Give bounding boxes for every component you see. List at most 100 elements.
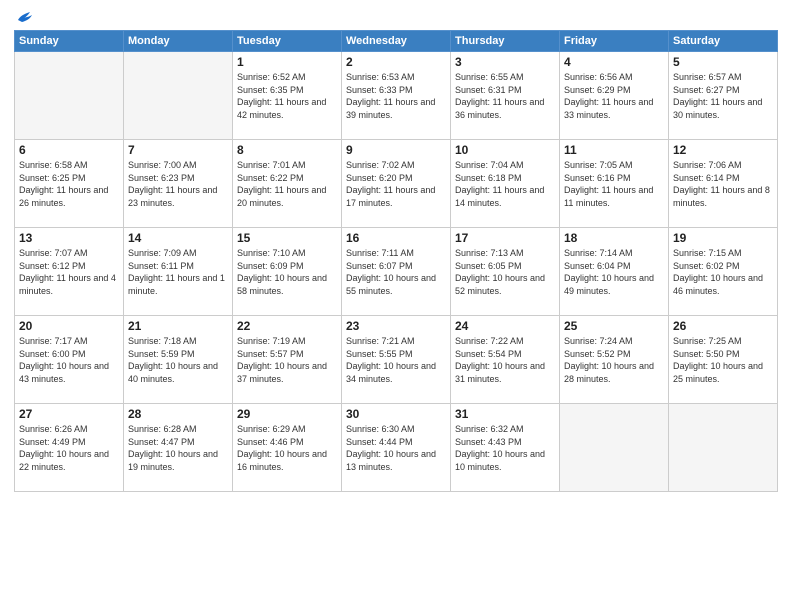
day-number: 14 [128, 231, 228, 245]
day-info: Sunrise: 6:56 AMSunset: 6:29 PMDaylight:… [564, 71, 664, 121]
weekday-header-tuesday: Tuesday [233, 31, 342, 52]
day-cell: 7 Sunrise: 7:00 AMSunset: 6:23 PMDaylight… [124, 140, 233, 228]
day-cell: 2 Sunrise: 6:53 AMSunset: 6:33 PMDaylight… [342, 52, 451, 140]
day-cell: 25Sunrise: 7:24 AMSunset: 5:52 PMDayligh… [560, 316, 669, 404]
calendar-page: SundayMondayTuesdayWednesdayThursdayFrid… [0, 0, 792, 612]
day-number: 5 [673, 55, 773, 69]
day-number: 10 [455, 143, 555, 157]
weekday-header-saturday: Saturday [669, 31, 778, 52]
day-number: 31 [455, 407, 555, 421]
day-info: Sunrise: 7:22 AMSunset: 5:54 PMDaylight:… [455, 335, 555, 385]
week-row-2: 6 Sunrise: 6:58 AMSunset: 6:25 PMDaylight… [15, 140, 778, 228]
day-number: 16 [346, 231, 446, 245]
calendar-table: SundayMondayTuesdayWednesdayThursdayFrid… [14, 30, 778, 492]
day-info: Sunrise: 6:29 AMSunset: 4:46 PMDaylight:… [237, 423, 337, 473]
week-row-3: 13 Sunrise: 7:07 AMSunset: 6:12 PMDayligh… [15, 228, 778, 316]
day-info: Sunrise: 7:00 AMSunset: 6:23 PMDaylight:… [128, 159, 228, 209]
day-info: Sunrise: 7:17 AMSunset: 6:00 PMDaylight:… [19, 335, 119, 385]
header [14, 10, 778, 24]
day-number: 13 [19, 231, 119, 245]
day-number: 15 [237, 231, 337, 245]
day-number: 18 [564, 231, 664, 245]
day-number: 23 [346, 319, 446, 333]
day-cell: 28 Sunrise: 6:28 AMSunset: 4:47 PMDayligh… [124, 404, 233, 492]
day-info: Sunrise: 6:57 AMSunset: 6:27 PMDaylight:… [673, 71, 773, 121]
day-info: Sunrise: 6:32 AMSunset: 4:43 PMDaylight:… [455, 423, 555, 473]
day-cell: 26 Sunrise: 7:25 AMSunset: 5:50 PMDayligh… [669, 316, 778, 404]
day-cell: 31 Sunrise: 6:32 AMSunset: 4:43 PMDayligh… [451, 404, 560, 492]
weekday-header-wednesday: Wednesday [342, 31, 451, 52]
day-number: 4 [564, 55, 664, 69]
day-cell: 29 Sunrise: 6:29 AMSunset: 4:46 PMDayligh… [233, 404, 342, 492]
day-info: Sunrise: 6:28 AMSunset: 4:47 PMDaylight:… [128, 423, 228, 473]
day-number: 30 [346, 407, 446, 421]
day-info: Sunrise: 7:07 AMSunset: 6:12 PMDaylight:… [19, 247, 119, 297]
day-info: Sunrise: 6:55 AMSunset: 6:31 PMDaylight:… [455, 71, 555, 121]
day-number: 6 [19, 143, 119, 157]
day-cell: 27Sunrise: 6:26 AMSunset: 4:49 PMDayligh… [15, 404, 124, 492]
day-cell [560, 404, 669, 492]
day-number: 27 [19, 407, 119, 421]
day-number: 19 [673, 231, 773, 245]
day-info: Sunrise: 7:18 AMSunset: 5:59 PMDaylight:… [128, 335, 228, 385]
day-cell: 1Sunrise: 6:52 AMSunset: 6:35 PMDaylight… [233, 52, 342, 140]
day-number: 8 [237, 143, 337, 157]
day-number: 2 [346, 55, 446, 69]
logo-blue-section [14, 10, 34, 24]
day-info: Sunrise: 7:05 AMSunset: 6:16 PMDaylight:… [564, 159, 664, 209]
day-number: 26 [673, 319, 773, 333]
day-number: 1 [237, 55, 337, 69]
day-number: 24 [455, 319, 555, 333]
day-cell: 4 Sunrise: 6:56 AMSunset: 6:29 PMDaylight… [560, 52, 669, 140]
day-info: Sunrise: 6:58 AMSunset: 6:25 PMDaylight:… [19, 159, 119, 209]
day-cell: 8Sunrise: 7:01 AMSunset: 6:22 PMDaylight… [233, 140, 342, 228]
day-cell: 3 Sunrise: 6:55 AMSunset: 6:31 PMDaylight… [451, 52, 560, 140]
day-cell: 30 Sunrise: 6:30 AMSunset: 4:44 PMDayligh… [342, 404, 451, 492]
day-number: 7 [128, 143, 228, 157]
day-info: Sunrise: 7:06 AMSunset: 6:14 PMDaylight:… [673, 159, 773, 209]
day-info: Sunrise: 7:11 AMSunset: 6:07 PMDaylight:… [346, 247, 446, 297]
day-cell: 17 Sunrise: 7:13 AMSunset: 6:05 PMDayligh… [451, 228, 560, 316]
day-info: Sunrise: 7:02 AMSunset: 6:20 PMDaylight:… [346, 159, 446, 209]
day-info: Sunrise: 7:14 AMSunset: 6:04 PMDaylight:… [564, 247, 664, 297]
day-number: 3 [455, 55, 555, 69]
day-info: Sunrise: 7:04 AMSunset: 6:18 PMDaylight:… [455, 159, 555, 209]
day-info: Sunrise: 7:10 AMSunset: 6:09 PMDaylight:… [237, 247, 337, 297]
day-cell: 9Sunrise: 7:02 AMSunset: 6:20 PMDaylight… [342, 140, 451, 228]
day-cell: 5 Sunrise: 6:57 AMSunset: 6:27 PMDaylight… [669, 52, 778, 140]
day-cell: 18 Sunrise: 7:14 AMSunset: 6:04 PMDayligh… [560, 228, 669, 316]
day-cell: 15 Sunrise: 7:10 AMSunset: 6:09 PMDayligh… [233, 228, 342, 316]
day-number: 29 [237, 407, 337, 421]
day-info: Sunrise: 7:19 AMSunset: 5:57 PMDaylight:… [237, 335, 337, 385]
day-number: 21 [128, 319, 228, 333]
weekday-header-row: SundayMondayTuesdayWednesdayThursdayFrid… [15, 31, 778, 52]
weekday-header-monday: Monday [124, 31, 233, 52]
day-cell: 10 Sunrise: 7:04 AMSunset: 6:18 PMDayligh… [451, 140, 560, 228]
weekday-header-friday: Friday [560, 31, 669, 52]
day-cell: 11 Sunrise: 7:05 AMSunset: 6:16 PMDayligh… [560, 140, 669, 228]
day-cell: 19Sunrise: 7:15 AMSunset: 6:02 PMDayligh… [669, 228, 778, 316]
day-info: Sunrise: 7:13 AMSunset: 6:05 PMDaylight:… [455, 247, 555, 297]
day-info: Sunrise: 6:53 AMSunset: 6:33 PMDaylight:… [346, 71, 446, 121]
day-info: Sunrise: 7:21 AMSunset: 5:55 PMDaylight:… [346, 335, 446, 385]
day-cell: 24 Sunrise: 7:22 AMSunset: 5:54 PMDayligh… [451, 316, 560, 404]
day-info: Sunrise: 7:24 AMSunset: 5:52 PMDaylight:… [564, 335, 664, 385]
week-row-4: 20 Sunrise: 7:17 AMSunset: 6:00 PMDayligh… [15, 316, 778, 404]
day-info: Sunrise: 7:25 AMSunset: 5:50 PMDaylight:… [673, 335, 773, 385]
day-cell [669, 404, 778, 492]
week-row-1: 1Sunrise: 6:52 AMSunset: 6:35 PMDaylight… [15, 52, 778, 140]
day-info: Sunrise: 6:30 AMSunset: 4:44 PMDaylight:… [346, 423, 446, 473]
day-cell: 6 Sunrise: 6:58 AMSunset: 6:25 PMDaylight… [15, 140, 124, 228]
day-cell: 12 Sunrise: 7:06 AMSunset: 6:14 PMDayligh… [669, 140, 778, 228]
day-cell: 23 Sunrise: 7:21 AMSunset: 5:55 PMDayligh… [342, 316, 451, 404]
day-number: 20 [19, 319, 119, 333]
day-number: 17 [455, 231, 555, 245]
logo [14, 10, 34, 24]
day-number: 12 [673, 143, 773, 157]
day-number: 28 [128, 407, 228, 421]
day-cell [124, 52, 233, 140]
day-number: 22 [237, 319, 337, 333]
week-row-5: 27Sunrise: 6:26 AMSunset: 4:49 PMDayligh… [15, 404, 778, 492]
weekday-header-thursday: Thursday [451, 31, 560, 52]
day-number: 11 [564, 143, 664, 157]
